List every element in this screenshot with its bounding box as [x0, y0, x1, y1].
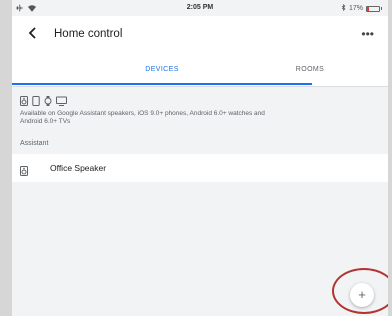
battery-fill [367, 6, 370, 11]
battery-text: 17% [348, 5, 363, 12]
tab-rooms[interactable]: ROOMS [260, 66, 360, 73]
bluetooth-icon [341, 3, 346, 13]
more-options-button[interactable]: ••• [361, 27, 374, 41]
app-header: Home control ••• DEVICES ROOMS [12, 16, 388, 87]
watch-icon [44, 93, 52, 106]
app-screen: 2:05 PM 17% Home control ••• DEVICES ROO… [12, 0, 388, 316]
add-device-button[interactable]: + [350, 283, 374, 307]
page-title: Home control [54, 28, 123, 40]
supported-device-icons [20, 93, 67, 106]
battery-tip [381, 7, 382, 10]
status-time: 2:05 PM [186, 4, 214, 11]
battery-icon [366, 5, 380, 12]
speaker-icon [20, 93, 28, 106]
status-right: 17% [341, 3, 382, 13]
phone-icon [32, 93, 40, 106]
section-label-assistant: Assistant [20, 140, 49, 147]
device-name: Office Speaker [50, 163, 107, 173]
status-bar: 2:05 PM 17% [12, 0, 388, 16]
tv-icon [56, 93, 67, 106]
back-button[interactable] [24, 26, 42, 44]
speaker-icon [20, 163, 28, 181]
back-arrow-icon [27, 26, 39, 43]
device-row[interactable]: Office Speaker [12, 154, 388, 182]
add-icon: + [358, 287, 366, 302]
active-tab-indicator [12, 83, 312, 85]
availability-text: Available on Google Assistant speakers, … [20, 110, 265, 125]
